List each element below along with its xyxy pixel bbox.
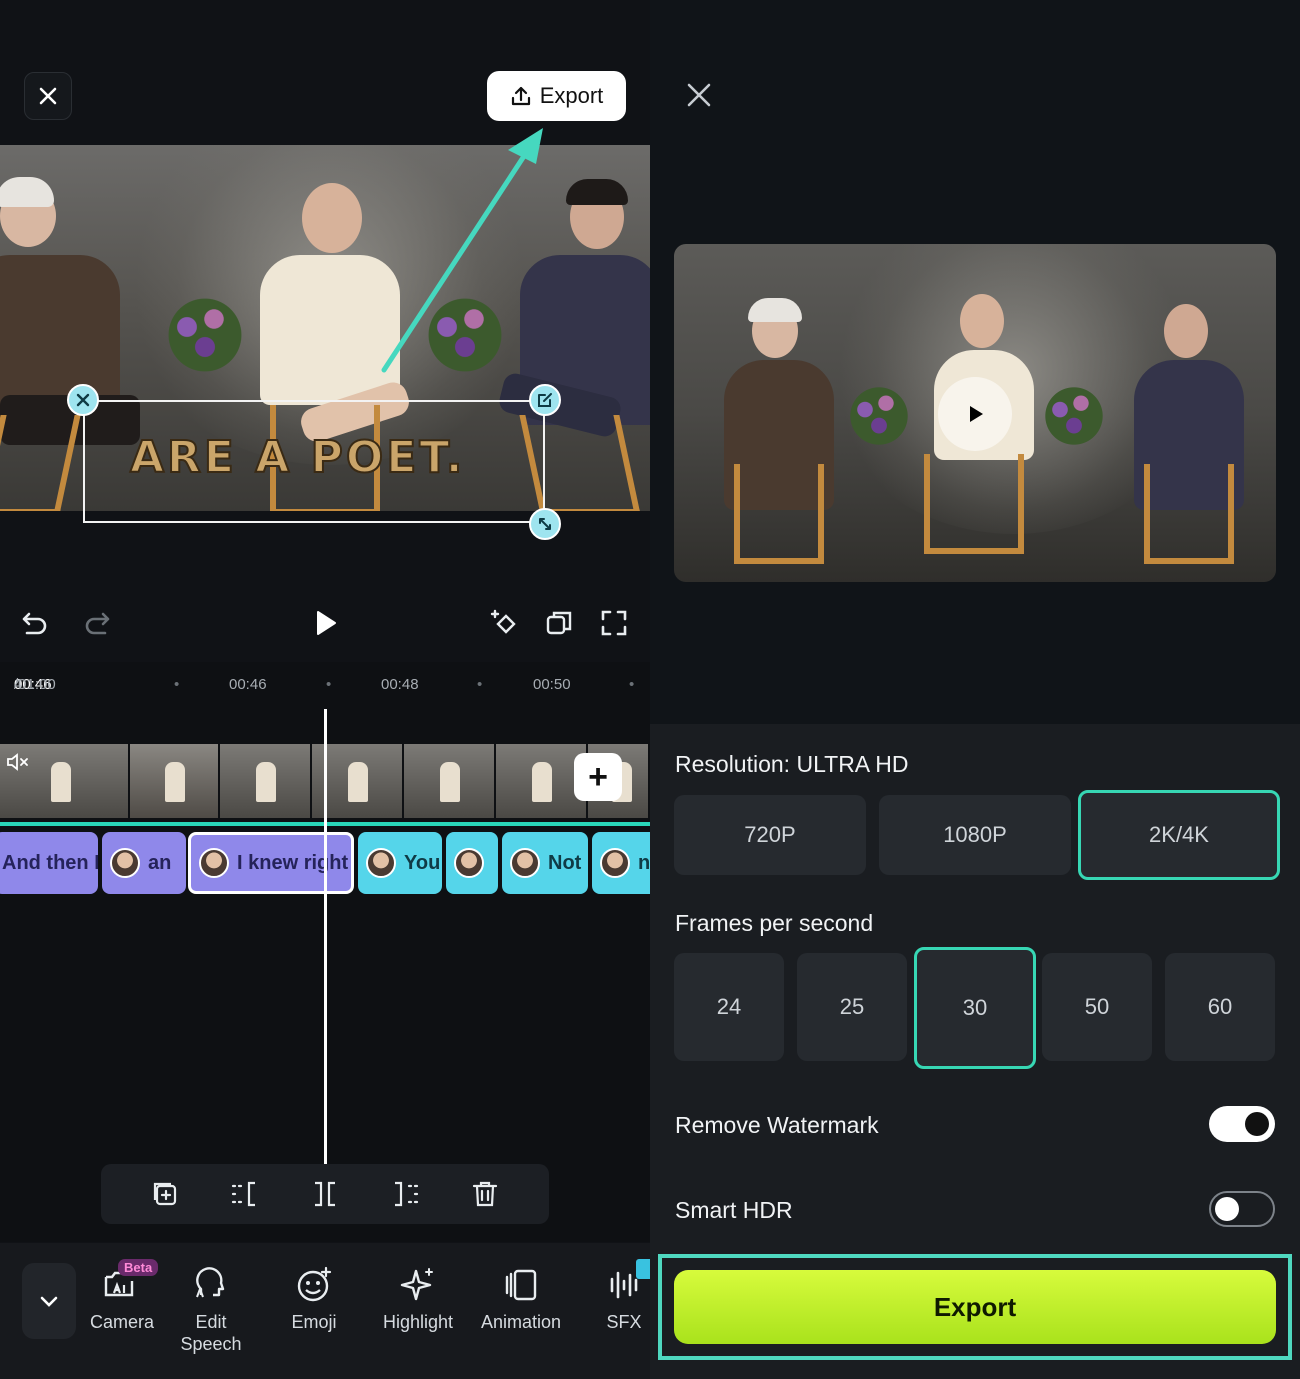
ruler-tick: 00:46 [229,676,267,693]
chevron-down-icon [40,1296,58,1307]
fullscreen-button[interactable] [597,606,631,640]
export-settings: Resolution: ULTRA HD 720P 1080P 2K/4K Fr… [650,724,1300,1379]
speaker-avatar [454,848,484,878]
fps-50[interactable]: 50 [1042,953,1152,1061]
add-clip-button[interactable]: + [574,753,622,801]
duplicate-clip-button[interactable] [149,1178,181,1210]
speaker-avatar [110,848,140,878]
caption-clip[interactable]: an [102,832,186,894]
redo-icon [85,612,110,635]
resize-icon [539,518,551,530]
export-confirm-button[interactable]: Export [674,1270,1276,1344]
trim-start-button[interactable] [229,1178,261,1210]
pointer-arrow-icon [381,128,543,373]
fps-label: Frames per second [675,910,874,936]
keyframe-button[interactable] [486,606,520,640]
trim-start-icon [231,1181,255,1207]
duplicate-icon [546,611,572,635]
caption-resize-handle[interactable] [529,508,561,540]
copy-frame-button[interactable] [542,606,576,640]
speaker-avatar [510,848,540,878]
split-icon [315,1181,335,1207]
video-thumbnail [130,744,220,818]
sparkle-icon [398,1265,438,1305]
new-badge [636,1259,650,1279]
caption-clip[interactable] [446,832,498,894]
duplicate-icon [153,1182,177,1206]
beta-badge: Beta [118,1259,159,1276]
flowers-left [844,384,914,448]
editor-panel: Export ARE A POET. 00:46 /01:00 4 • 00:4… [0,0,662,1379]
close-icon [687,83,711,107]
fps-24[interactable]: 24 [674,953,784,1061]
plus-icon: + [588,757,608,796]
resolution-label: Resolution: ULTRA HD [675,751,909,777]
collapse-tools-button[interactable] [22,1263,76,1339]
trim-end-button[interactable] [389,1178,421,1210]
undo-button[interactable] [18,606,52,640]
speaker-avatar [199,848,229,878]
play-icon [970,406,983,422]
timeline-ruler: 00:46/01:00 4 • 00:46 • 00:48 • 00:50 • [14,676,635,693]
chair-right [1144,464,1234,564]
keyframe-icon [490,609,516,634]
ruler-dot: • [477,676,483,693]
video-thumbnail [404,744,496,818]
close-export-button[interactable] [684,80,714,110]
speaker-avatar [366,848,396,878]
video-thumbnail [220,744,312,818]
playback-controls [0,598,650,648]
export-panel: Resolution: ULTRA HD 720P 1080P 2K/4K Fr… [650,0,1300,1379]
ruler-tick: 00:50 [533,676,571,693]
flowers-right [1039,384,1109,448]
clip-toolbar [101,1164,549,1224]
undo-icon [22,612,47,635]
mute-icon[interactable] [6,752,30,772]
smart-hdr-label: Smart HDR [675,1197,793,1223]
ruler-dot: • [326,676,332,693]
remove-watermark-toggle[interactable] [1209,1106,1275,1142]
fps-25[interactable]: 25 [797,953,907,1061]
play-button[interactable] [308,606,342,640]
tool-animation[interactable]: Animation [473,1265,569,1333]
ai-speech-icon [191,1265,231,1305]
emoji-icon [294,1265,334,1305]
remove-watermark-label: Remove Watermark [675,1112,879,1138]
play-icon [317,611,336,635]
tool-edit-speech[interactable]: Edit Speech [163,1265,259,1355]
preview-play-button[interactable] [938,377,1012,451]
animation-icon [501,1265,541,1305]
split-button[interactable] [309,1178,341,1210]
fps-60[interactable]: 60 [1165,953,1275,1061]
speaker-avatar [600,848,630,878]
export-preview[interactable] [674,244,1276,582]
playhead[interactable] [324,709,327,1164]
chair-left [734,464,824,564]
redo-button[interactable] [80,606,114,640]
resolution-720p[interactable]: 720P [674,795,866,875]
caption-selection-box[interactable] [83,400,545,523]
tool-bar: Camera Beta Edit Speech Emoji Highlight … [0,1243,650,1379]
ruler-dot: • [629,676,635,693]
caption-clip[interactable]: And then I [0,832,98,894]
delete-clip-button[interactable] [469,1178,501,1210]
resolution-1080p[interactable]: 1080P [879,795,1071,875]
fullscreen-icon [601,610,627,636]
ruler-dot: • [174,676,180,693]
ruler-tick: 00:48 [381,676,419,693]
caption-clip-selected[interactable]: I knew right [188,832,354,894]
resolution-2k4k[interactable]: 2K/4K [1078,790,1280,880]
fps-30[interactable]: 30 [914,947,1036,1069]
tool-highlight[interactable]: Highlight [370,1265,466,1333]
trash-icon [472,1181,498,1207]
tool-emoji[interactable]: Emoji [266,1265,362,1333]
trim-end-icon [395,1181,419,1207]
chair-center [924,454,1024,554]
smart-hdr-toggle[interactable] [1209,1191,1275,1227]
caption-clip[interactable]: Not [502,832,588,894]
caption-clip[interactable]: You [358,832,442,894]
